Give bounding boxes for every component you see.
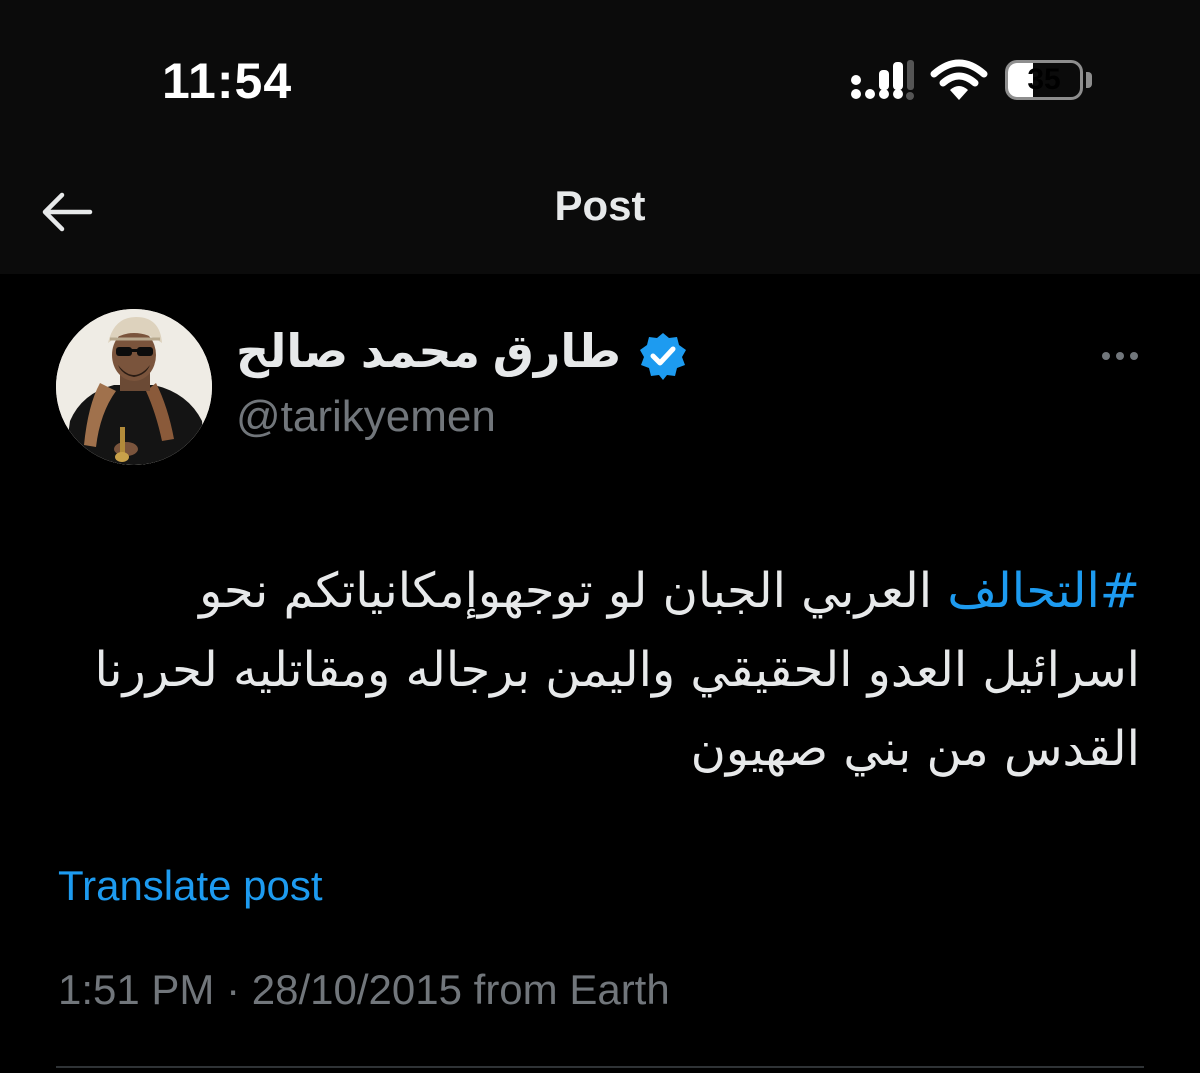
more-options-button[interactable] — [1092, 336, 1148, 376]
battery-level: 35 — [1027, 63, 1061, 96]
battery-icon: 35 — [1005, 60, 1083, 100]
page-title: Post — [554, 182, 646, 229]
hashtag-link[interactable]: #التحالف — [947, 563, 1140, 619]
post-source: from Earth — [473, 966, 670, 1013]
divider — [56, 1066, 1144, 1068]
status-time: 11:54 — [162, 53, 293, 109]
author-display-name[interactable]: طارق محمد صالح — [236, 324, 621, 378]
battery-tip — [1086, 72, 1092, 88]
translate-post-link[interactable]: Translate post — [58, 862, 323, 910]
status-bar: 11:54 35 — [0, 0, 1200, 150]
avatar-photo — [56, 309, 212, 465]
top-nav: Post — [0, 150, 1200, 274]
author-handle[interactable]: @tarikyemen — [236, 392, 496, 442]
post-text: #التحالف العربي الجبان لو توجهوإمكانياتك… — [40, 552, 1140, 789]
post-time: 1:51 PM — [58, 966, 215, 1013]
cellular-signal-icon — [851, 60, 914, 100]
more-horizontal-icon — [1102, 352, 1138, 360]
verified-badge-icon — [640, 333, 686, 380]
post-meta: 1:51 PM · 28/10/2015 from Earth — [58, 966, 670, 1014]
post-date: 28/10/2015 — [251, 966, 462, 1013]
meta-separator: · — [226, 966, 241, 1013]
avatar[interactable] — [56, 309, 212, 465]
wifi-icon — [930, 59, 988, 100]
